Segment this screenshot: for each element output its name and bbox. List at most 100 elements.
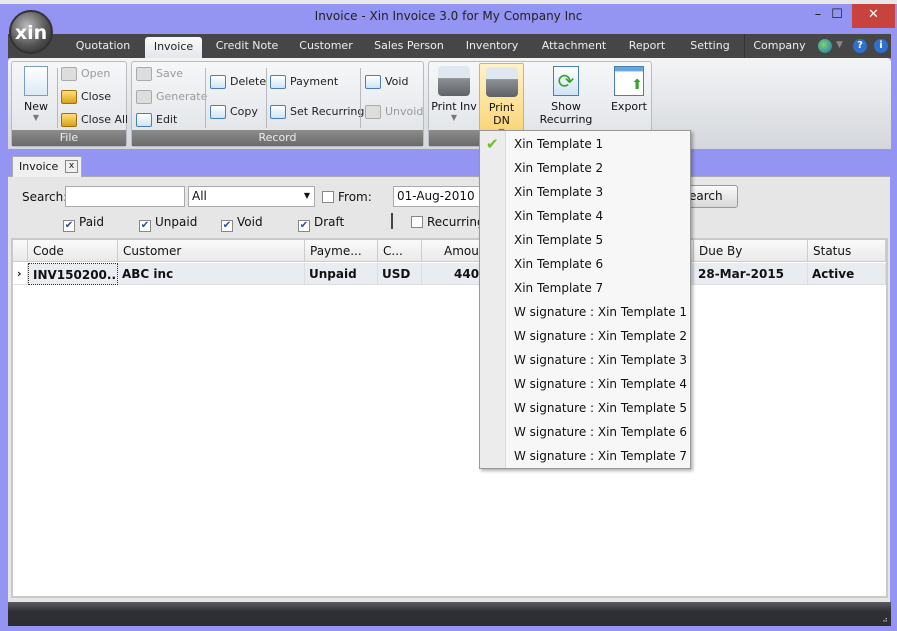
globe-icon[interactable] [818, 39, 832, 53]
resize-grip-icon[interactable]: ⠴ [882, 616, 888, 624]
refresh-icon: ⟳ [553, 66, 579, 96]
tab-customer[interactable]: Customer [294, 34, 358, 58]
copy-button[interactable]: Copy [210, 105, 258, 119]
delete-button[interactable]: Delete [210, 75, 266, 89]
checkbox-icon [322, 191, 334, 203]
doc-tab-invoice[interactable]: Invoice x [12, 156, 82, 177]
taskbar-strip [0, 0, 897, 4]
col-due-by[interactable]: Due By [694, 240, 808, 262]
generate-button[interactable]: Generate [136, 90, 207, 104]
close-tab-icon[interactable]: x [65, 160, 78, 173]
tab-report[interactable]: Report [622, 34, 672, 58]
tab-setting[interactable]: Setting [684, 34, 736, 58]
group-file: New ▼ Open Close Close All File [11, 61, 128, 147]
type-select[interactable]: All ▼ [188, 186, 315, 207]
print-dn-button[interactable]: Print DN▼ [479, 63, 524, 136]
new-button[interactable]: New ▼ [12, 66, 60, 122]
delete-icon [210, 75, 226, 89]
cell-due-by[interactable]: 28-Mar-2015 [694, 263, 808, 285]
void-button[interactable]: Void [365, 75, 408, 89]
unpaid-checkbox[interactable]: ✔ Unpaid [139, 215, 197, 232]
from-date-input[interactable]: 01-Aug-2010 [393, 186, 483, 207]
unvoid-icon [365, 105, 381, 119]
tab-company[interactable]: Company [744, 34, 814, 58]
show-recurring-button[interactable]: ⟳ Show Recurring [526, 66, 606, 126]
menu-item-template[interactable]: Xin Template 2 [480, 156, 690, 180]
maximize-button[interactable]: ☐ [822, 4, 852, 28]
menu-item-template[interactable]: Xin Template 5 [480, 228, 690, 252]
folder-open-icon [61, 67, 77, 81]
close-all-button[interactable]: Close All [61, 113, 128, 127]
menu-item-template[interactable]: W signature : Xin Template 6 [480, 420, 690, 444]
printer-icon [438, 66, 470, 96]
paid-checkbox[interactable]: ✔ Paid [63, 215, 104, 232]
app-logo[interactable]: xin [9, 10, 53, 54]
cell-status[interactable]: Active [808, 263, 886, 285]
payment-icon [270, 75, 286, 89]
edit-button[interactable]: Edit [136, 113, 177, 127]
info-icon[interactable]: i [874, 39, 888, 53]
col-status[interactable]: Status [808, 240, 886, 262]
payment-button[interactable]: Payment [270, 75, 338, 89]
recurring-checkbox[interactable]: Recurring [411, 215, 485, 229]
chevron-down-icon: ▼ [303, 191, 310, 200]
help-icon[interactable]: ? [853, 39, 867, 53]
col-customer[interactable]: Customer [118, 240, 305, 262]
export-icon: ⬆ [614, 66, 644, 96]
from-checkbox[interactable]: From: [322, 190, 372, 204]
export-button[interactable]: ⬆ Export [607, 66, 651, 113]
tab-credit-note[interactable]: Credit Note [211, 34, 283, 58]
unvoid-button[interactable]: Unvoid [365, 105, 423, 119]
new-document-icon [24, 66, 48, 96]
set-recurring-button[interactable]: Set Recurring [270, 105, 364, 119]
menu-item-template[interactable]: W signature : Xin Template 7 [480, 444, 690, 468]
menu-item-template[interactable]: Xin Template 3 [480, 180, 690, 204]
close-file-button[interactable]: Close [61, 90, 111, 104]
col-payment[interactable]: Payme... [305, 240, 378, 262]
tab-quotation[interactable]: Quotation [68, 34, 138, 58]
row-indicator-icon: › [13, 263, 28, 285]
cell-customer[interactable]: ABC inc [118, 263, 305, 285]
draft-checkbox[interactable]: ✔ Draft [298, 215, 344, 232]
tab-invoice[interactable]: Invoice [145, 37, 202, 58]
close-button[interactable]: ✕ [852, 4, 895, 28]
save-button[interactable]: Save [136, 67, 183, 81]
menu-item-template[interactable]: Xin Template 1 [480, 132, 690, 156]
menu-item-template[interactable]: Xin Template 6 [480, 252, 690, 276]
menu-item-template[interactable]: W signature : Xin Template 3 [480, 348, 690, 372]
generate-icon [136, 90, 152, 104]
new-label: New [24, 100, 48, 113]
menu-item-template[interactable]: W signature : Xin Template 2 [480, 324, 690, 348]
menu-item-template[interactable]: W signature : Xin Template 5 [480, 396, 690, 420]
cell-currency[interactable]: USD [378, 263, 422, 285]
open-button[interactable]: Open [61, 67, 110, 81]
search-input[interactable] [65, 186, 185, 207]
warning-icon [365, 75, 381, 89]
tab-inventory[interactable]: Inventory [458, 34, 526, 58]
void-checkbox[interactable]: ✔ Void [221, 215, 263, 232]
group-label-file: File [12, 130, 126, 146]
save-icon [136, 67, 152, 81]
menu-item-template[interactable]: Xin Template 4 [480, 204, 690, 228]
cell-code[interactable]: INV150200... [28, 263, 118, 285]
print-dn-menu: ✔ Xin Template 1 Xin Template 2 Xin Templa… [479, 130, 691, 469]
divider [391, 213, 393, 229]
group-label-record: Record [132, 130, 423, 146]
printer-icon [485, 67, 518, 97]
col-currency[interactable]: C... [378, 240, 422, 262]
invoice-grid: Code Customer Payme... C... Amour Due By… [11, 238, 888, 598]
tab-sales-person[interactable]: Sales Person [370, 34, 448, 58]
print-inv-button[interactable]: Print Inv ▼ [430, 66, 478, 122]
group-record: Save Generate Edit Delete Copy Payment S… [131, 61, 424, 147]
cell-payment[interactable]: Unpaid [305, 263, 378, 285]
status-bar: ⠴ [8, 602, 891, 626]
search-label: Search: [22, 190, 68, 204]
ribbon-tabs: Quotation Invoice Credit Note Customer S… [8, 34, 891, 58]
recurring-icon [270, 105, 286, 119]
menu-item-template[interactable]: Xin Template 7 [480, 276, 690, 300]
menu-item-template[interactable]: W signature : Xin Template 4 [480, 372, 690, 396]
tab-attachment[interactable]: Attachment [536, 34, 612, 58]
menu-item-template[interactable]: W signature : Xin Template 1 [480, 300, 690, 324]
col-code[interactable]: Code [28, 240, 118, 262]
chevron-down-icon[interactable]: ▼ [836, 40, 843, 50]
